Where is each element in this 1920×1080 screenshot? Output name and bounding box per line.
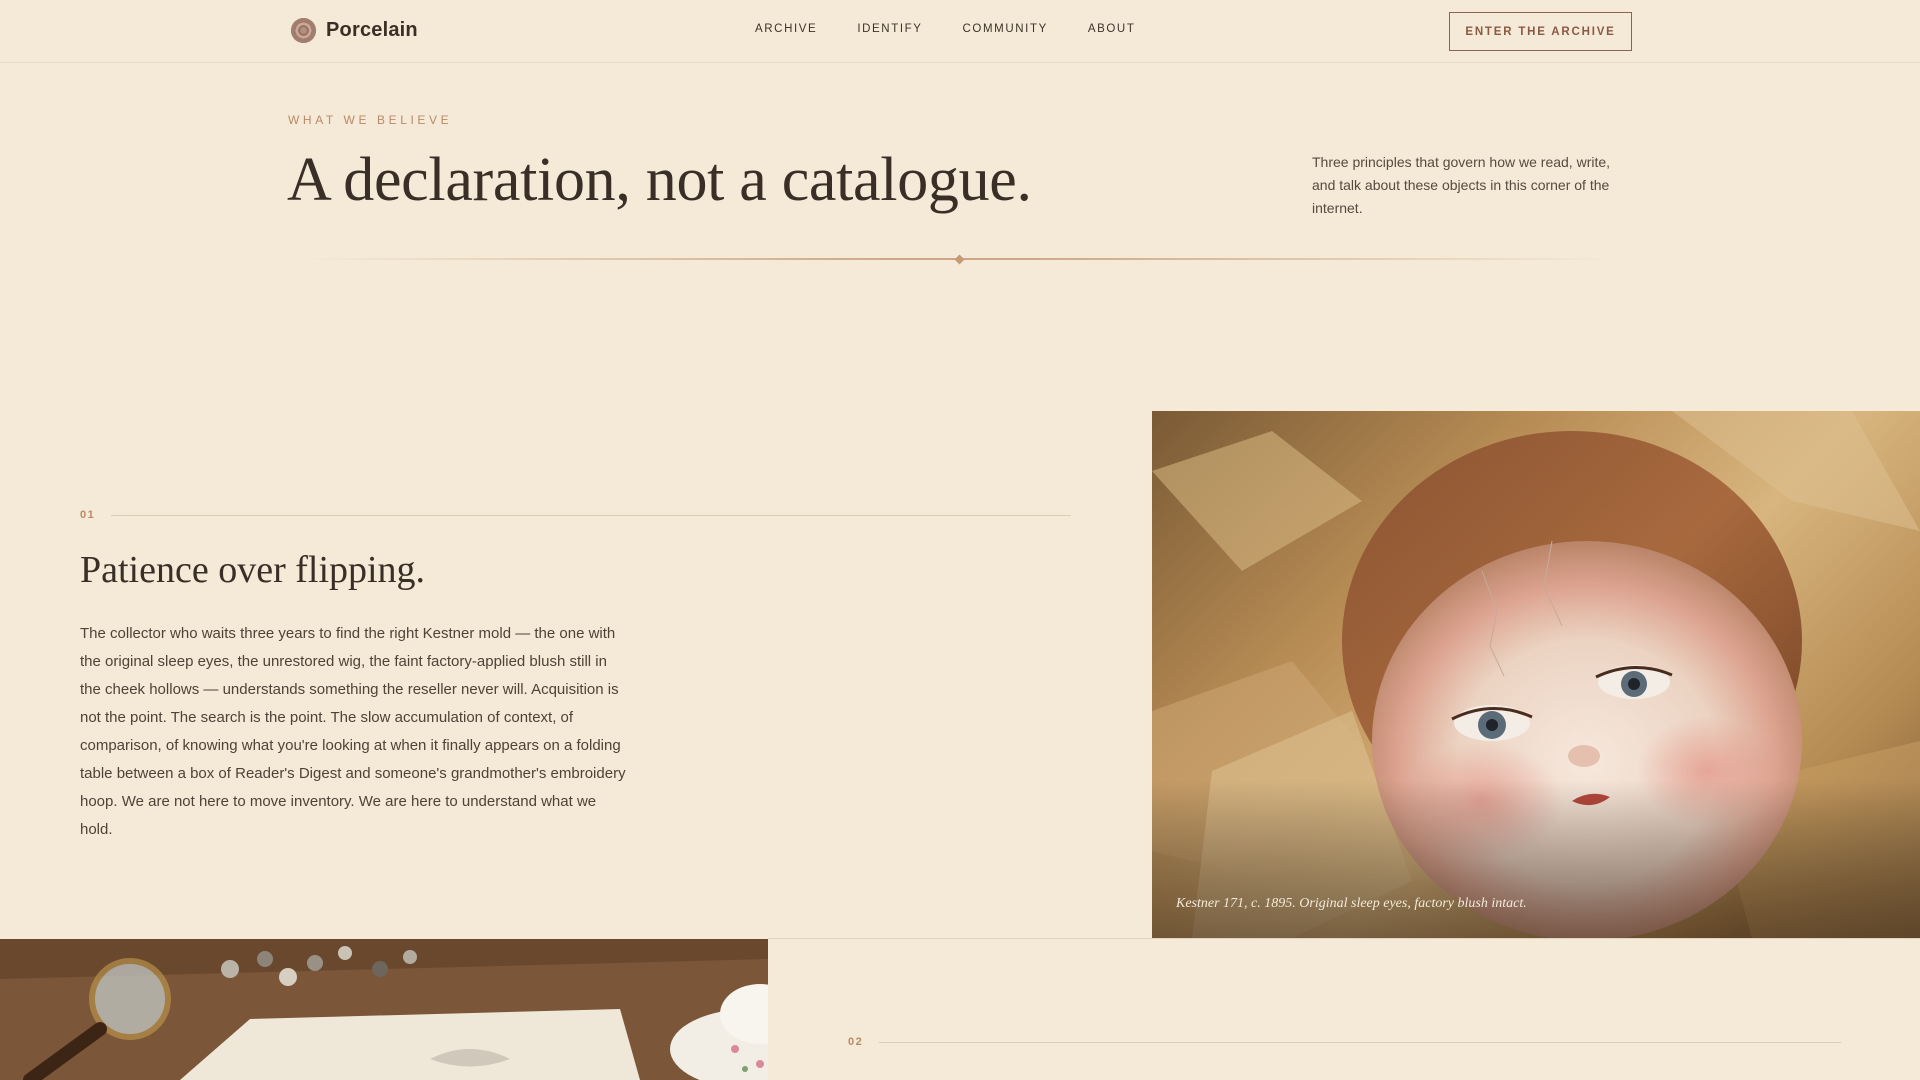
page-title: A declaration, not a catalogue. xyxy=(287,146,1032,214)
doll-illustration xyxy=(1152,411,1920,938)
nav-links: ARCHIVE IDENTIFY COMMUNITY ABOUT xyxy=(755,23,1135,35)
nav-link-about[interactable]: ABOUT xyxy=(1088,23,1136,35)
brand[interactable]: Porcelain xyxy=(291,18,418,43)
top-nav: Porcelain ARCHIVE IDENTIFY COMMUNITY ABO… xyxy=(0,0,1920,63)
principle-number: 01 xyxy=(80,509,96,521)
nav-link-community[interactable]: COMMUNITY xyxy=(963,23,1048,35)
porcelain-logo-icon xyxy=(291,18,316,43)
section-divider-line xyxy=(768,938,1920,939)
brand-name: Porcelain xyxy=(326,19,418,41)
nav-link-identify[interactable]: IDENTIFY xyxy=(857,23,922,35)
nav-link-archive[interactable]: ARCHIVE xyxy=(755,23,817,35)
desk-illustration xyxy=(0,939,768,1080)
principle-title: Patience over flipping. xyxy=(80,549,426,591)
diamond-ornament-icon xyxy=(954,254,965,265)
section-eyebrow: WHAT WE BELIEVE xyxy=(288,113,453,127)
principle-rule xyxy=(111,515,1071,516)
principle-body: The collector who waits three years to f… xyxy=(80,625,626,838)
hero-intro-text: Three principles that govern how we read… xyxy=(1312,154,1611,216)
enter-archive-button[interactable]: ENTER THE ARCHIVE xyxy=(1449,12,1632,51)
photo-caption: Kestner 171, c. 1895. Original sleep eye… xyxy=(1176,896,1527,911)
principle-number: 02 xyxy=(848,1036,864,1048)
collector-desk-photo xyxy=(0,939,768,1080)
doll-head-photo: Kestner 171, c. 1895. Original sleep eye… xyxy=(1152,411,1920,938)
principle-rule xyxy=(879,1042,1841,1043)
